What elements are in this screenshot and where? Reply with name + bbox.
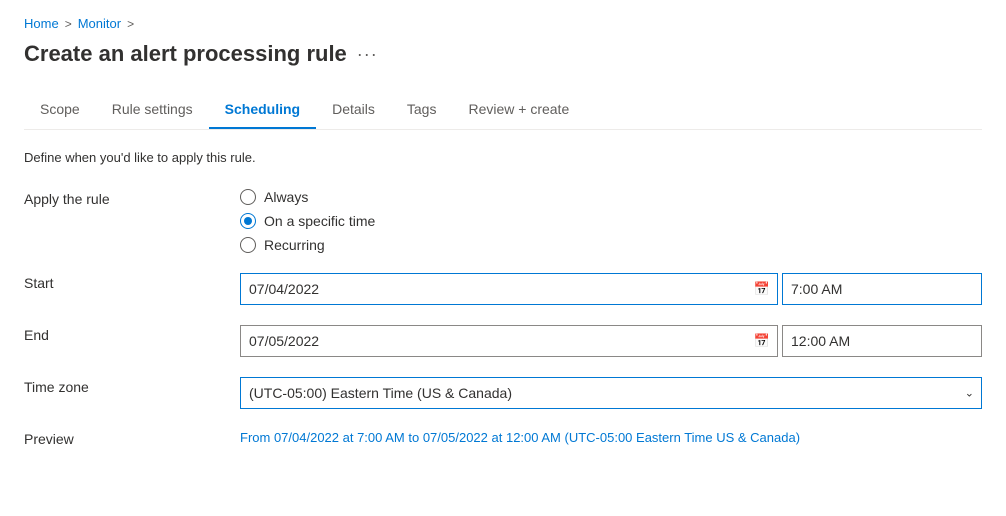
tab-tags[interactable]: Tags [391,91,453,129]
breadcrumb-monitor[interactable]: Monitor [78,16,121,31]
radio-specific-time-label: On a specific time [264,213,375,229]
radio-recurring-label: Recurring [264,237,325,253]
more-options-icon[interactable]: ··· [357,44,378,65]
end-label: End [24,325,224,343]
end-datetime: 📅 [240,325,982,357]
tab-scheduling[interactable]: Scheduling [209,91,316,129]
radio-recurring-circle [240,237,256,253]
timezone-select[interactable]: (UTC-05:00) Eastern Time (US & Canada)(U… [240,377,982,409]
timezone-select-wrapper: (UTC-05:00) Eastern Time (US & Canada)(U… [240,377,982,409]
tab-details[interactable]: Details [316,91,391,129]
preview-text: From 07/04/2022 at 7:00 AM to 07/05/2022… [240,430,800,445]
apply-rule-label: Apply the rule [24,189,224,207]
start-time-input[interactable] [782,273,982,305]
preview-row: Preview From 07/04/2022 at 7:00 AM to 07… [24,429,982,447]
start-control: 📅 [240,273,982,305]
end-date-wrapper: 📅 [240,325,778,357]
preview-label: Preview [24,429,224,447]
end-time-input[interactable] [782,325,982,357]
radio-specific-time-circle [240,213,256,229]
radio-always-circle [240,189,256,205]
radio-specific-time[interactable]: On a specific time [240,213,982,229]
tabs-nav: Scope Rule settings Scheduling Details T… [24,91,982,130]
tab-rule-settings[interactable]: Rule settings [96,91,209,129]
start-label: Start [24,273,224,291]
tab-review-create[interactable]: Review + create [452,91,585,129]
page-title: Create an alert processing rule [24,41,347,67]
start-date-input[interactable] [240,273,778,305]
breadcrumb: Home > Monitor > [24,16,982,31]
scheduling-form: Apply the rule Always On a specific time… [24,189,982,447]
tab-scope[interactable]: Scope [24,91,96,129]
section-description: Define when you'd like to apply this rul… [24,150,982,165]
timezone-control: (UTC-05:00) Eastern Time (US & Canada)(U… [240,377,982,409]
radio-recurring[interactable]: Recurring [240,237,982,253]
radio-group: Always On a specific time Recurring [240,189,982,253]
page-title-row: Create an alert processing rule ··· [24,41,982,67]
timezone-label: Time zone [24,377,224,395]
breadcrumb-sep1: > [65,17,72,31]
start-date-wrapper: 📅 [240,273,778,305]
start-row: Start 📅 [24,273,982,305]
start-datetime: 📅 [240,273,982,305]
apply-rule-row: Apply the rule Always On a specific time… [24,189,982,253]
end-date-input[interactable] [240,325,778,357]
end-row: End 📅 [24,325,982,357]
end-control: 📅 [240,325,982,357]
timezone-row: Time zone (UTC-05:00) Eastern Time (US &… [24,377,982,409]
breadcrumb-sep2: > [127,17,134,31]
radio-always[interactable]: Always [240,189,982,205]
apply-rule-control: Always On a specific time Recurring [240,189,982,253]
radio-always-label: Always [264,189,308,205]
breadcrumb-home[interactable]: Home [24,16,59,31]
preview-control: From 07/04/2022 at 7:00 AM to 07/05/2022… [240,429,982,445]
